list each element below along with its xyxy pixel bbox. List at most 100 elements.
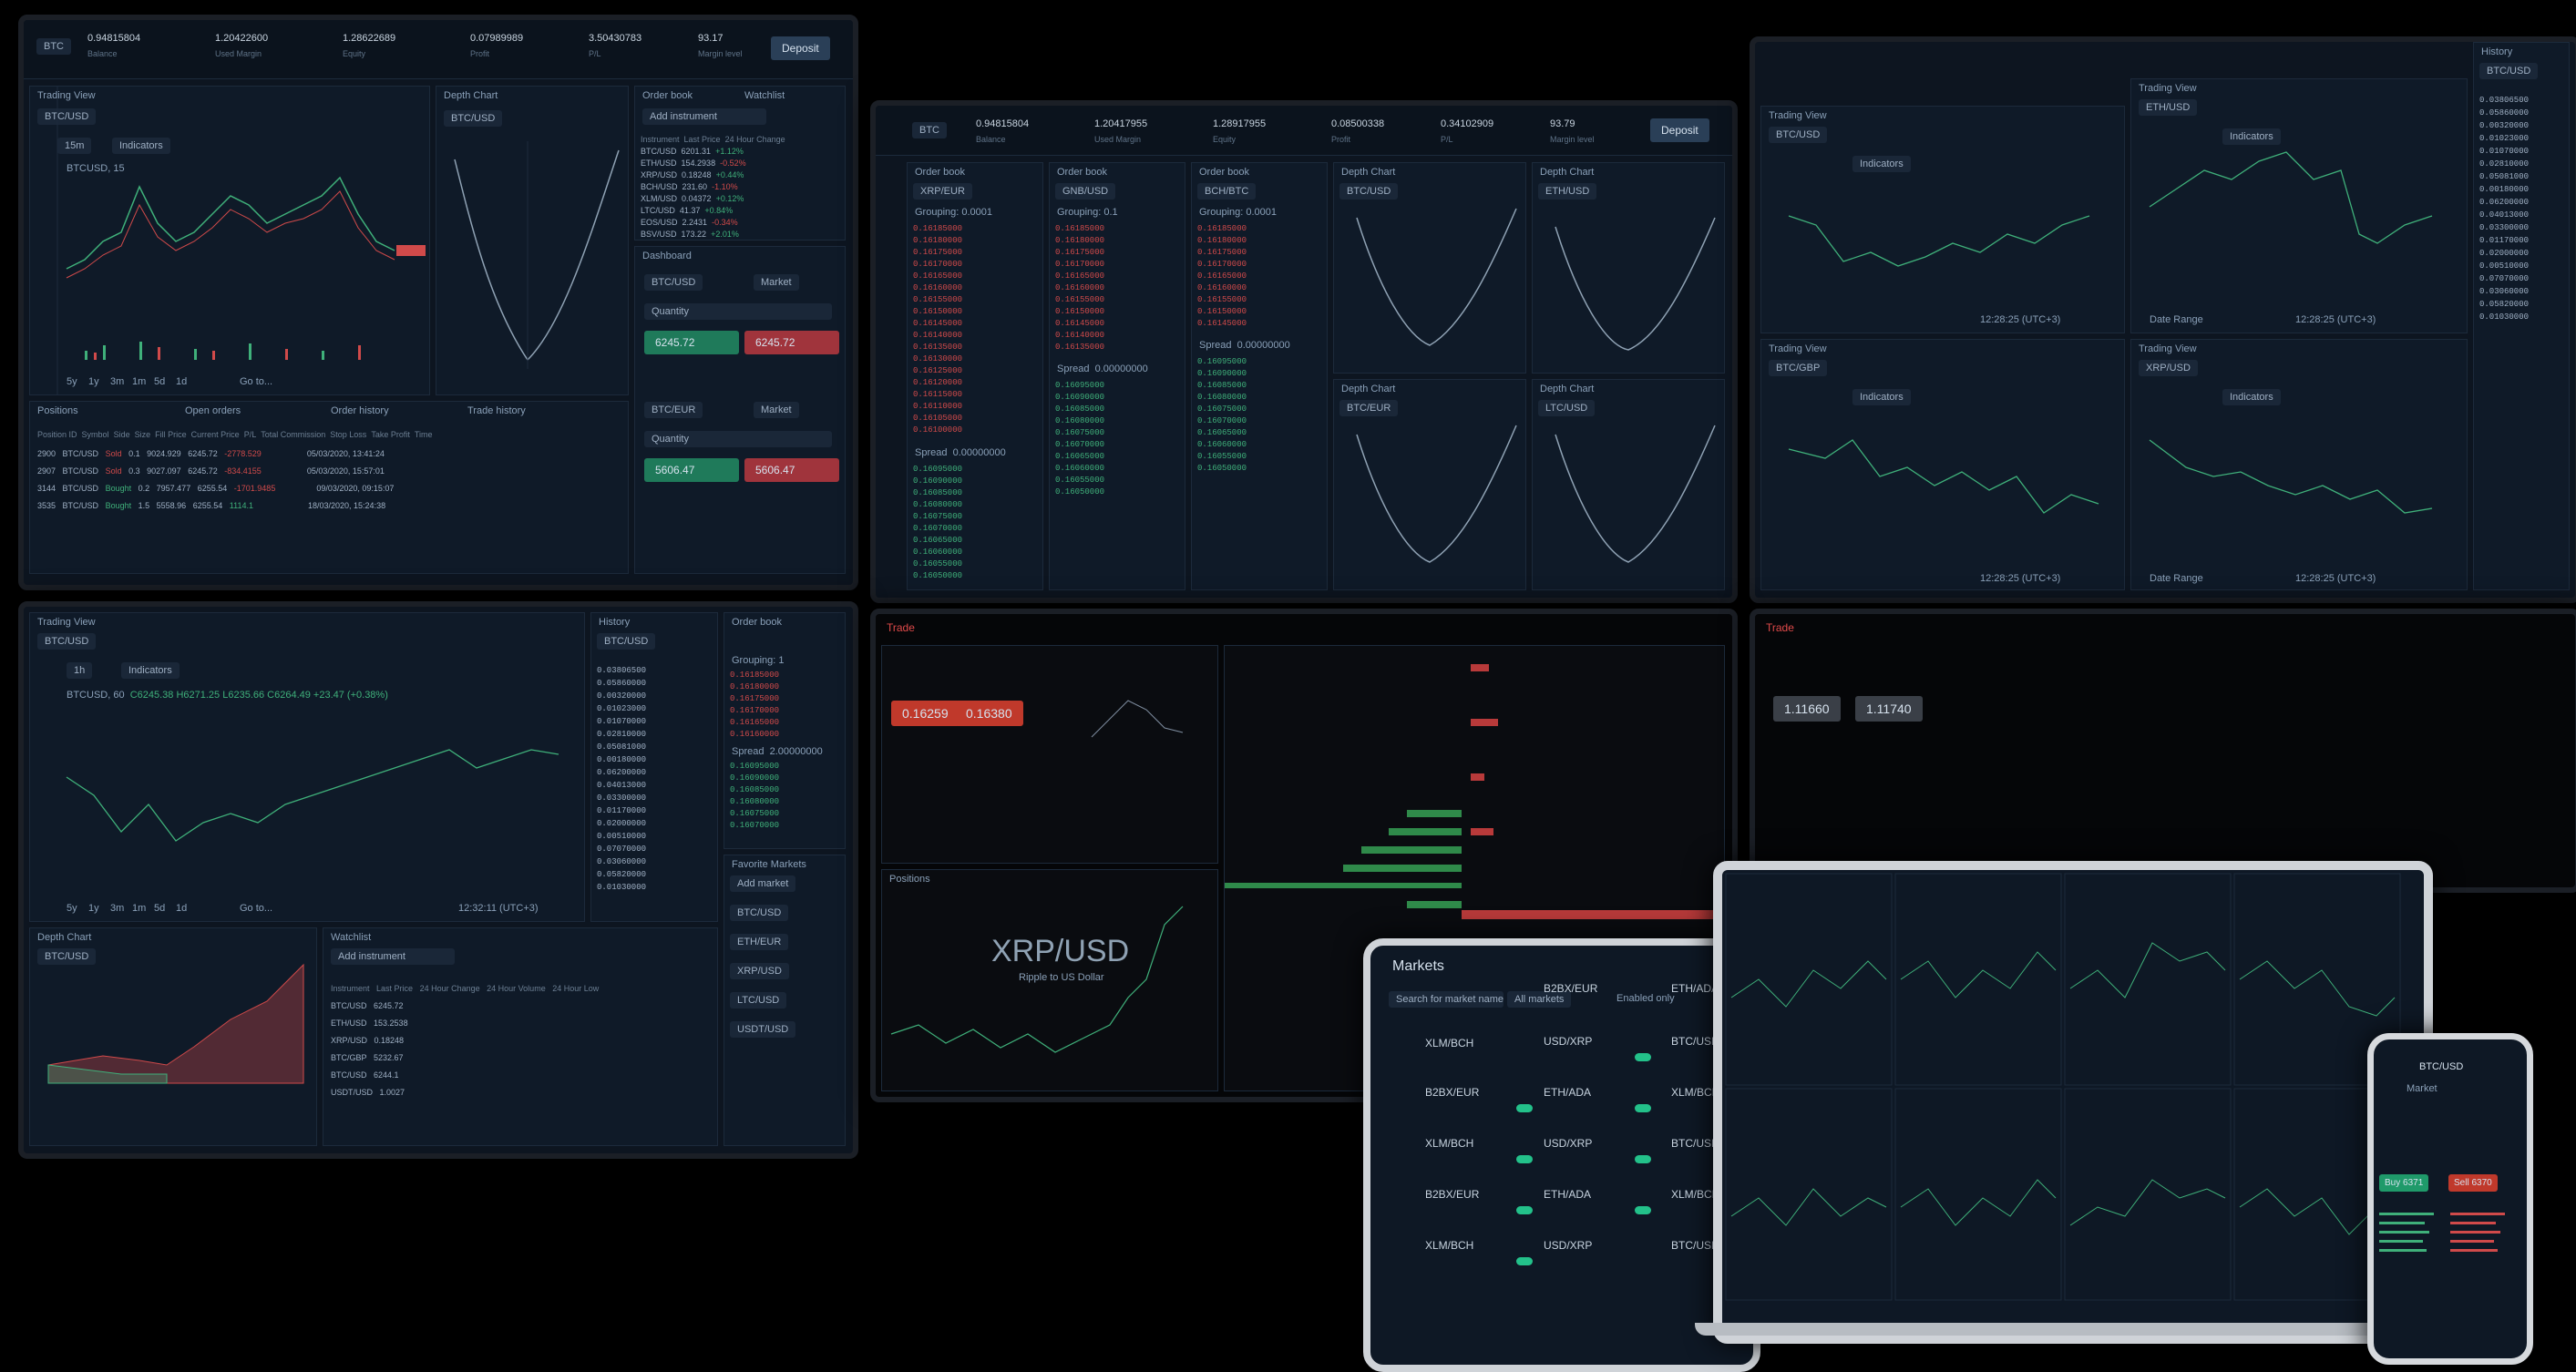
favorite-market-item[interactable]: XRP/USD	[730, 963, 789, 979]
book-pair-select[interactable]: BCH/BTC	[1197, 183, 1257, 200]
market-toggle[interactable]	[1516, 1155, 1533, 1163]
order-type-select[interactable]: Market	[754, 402, 799, 418]
tab-trade-history[interactable]: Trade history	[467, 405, 526, 416]
market-card[interactable]: ETH/ADA	[1671, 982, 1719, 995]
market-card[interactable]: USD/XRP	[1544, 1035, 1592, 1048]
favorite-market-item[interactable]: ETH/EUR	[730, 934, 789, 950]
date-range-button[interactable]: Date Range	[2150, 573, 2203, 584]
buy-button[interactable]: 5606.47	[644, 458, 739, 482]
market-card[interactable]: B2BX/EUR	[1425, 1086, 1479, 1099]
deposit-button[interactable]: Deposit	[771, 36, 830, 60]
table-row[interactable]: BTC/USD 6244.1	[331, 1070, 599, 1081]
grouping-select[interactable]: Grouping: 0.0001	[915, 207, 992, 218]
market-card[interactable]: USD/XRP	[1544, 1137, 1592, 1150]
table-row[interactable]: LTC/USD 41.37 +0.84%	[641, 205, 785, 217]
table-row[interactable]: BTC/USD 6245.72	[331, 1000, 599, 1012]
quantity-input[interactable]: Quantity	[644, 303, 832, 320]
table-row[interactable]: BTC/USD 6201.31 +1.12%	[641, 146, 785, 158]
market-search-input[interactable]: Search for market name	[1389, 991, 1504, 1008]
ticket-pair-select[interactable]: BTC/USD	[644, 274, 703, 291]
market-toggle[interactable]	[1635, 1053, 1651, 1061]
market-card[interactable]: XLM/BCH	[1425, 1239, 1473, 1252]
market-toggle[interactable]	[1516, 1206, 1533, 1214]
deposit-button[interactable]: Deposit	[1650, 118, 1709, 142]
bid-list: 0.16095000 0.16090000 0.16085000 0.16080000…	[1197, 357, 1247, 473]
sell-button[interactable]: 5606.47	[744, 458, 839, 482]
goto-button[interactable]: Go to...	[240, 903, 272, 914]
market-toggle[interactable]	[1635, 1206, 1651, 1214]
range-1y[interactable]: 1y	[88, 903, 99, 914]
range-5d[interactable]: 5d	[154, 376, 165, 387]
table-row[interactable]: XRP/USD 0.18248 +0.44%	[641, 169, 785, 181]
book-pair-select[interactable]: XRP/EUR	[913, 183, 972, 200]
stat-label: Used Margin	[1094, 135, 1142, 144]
grouping-select[interactable]: Grouping: 1	[732, 655, 784, 666]
sell-button[interactable]: 6245.72	[744, 331, 839, 354]
grouping-select[interactable]: Grouping: 0.0001	[1199, 207, 1277, 218]
goto-button[interactable]: Go to...	[240, 376, 272, 387]
market-card[interactable]: XLM/BCH	[1425, 1137, 1473, 1150]
grouping-select[interactable]: Grouping: 0.1	[1057, 207, 1118, 218]
market-card[interactable]: ETH/ADA	[1544, 1086, 1591, 1099]
asset-select[interactable]: BTC	[912, 122, 947, 138]
favorite-market-item[interactable]: USDT/USD	[730, 1021, 796, 1038]
market-card[interactable]: USD/XRP	[1544, 1239, 1592, 1252]
table-row[interactable]: 2900 BTC/USD Sold 0.1 9024.929 6245.72 -…	[37, 448, 433, 460]
table-row[interactable]: 2907 BTC/USD Sold 0.3 9027.097 6245.72 -…	[37, 466, 433, 477]
stat-label: Profit	[1331, 135, 1351, 144]
range-1y[interactable]: 1y	[88, 376, 99, 387]
table-row[interactable]: BSV/USD 173.22 +2.01%	[641, 229, 785, 240]
range-5y[interactable]: 5y	[67, 903, 77, 914]
add-instrument-input[interactable]: Add instrument	[642, 108, 766, 125]
range-5y[interactable]: 5y	[67, 376, 77, 387]
ticket-pair-select[interactable]: BTC/EUR	[644, 402, 703, 418]
candlestick-chart	[56, 87, 426, 394]
ask-button[interactable]: 1.11740	[1855, 696, 1923, 722]
table-row[interactable]: EOS/USD 2.2431 -0.34%	[641, 217, 785, 229]
asset-select[interactable]: BTC	[36, 38, 71, 55]
market-card[interactable]: B2BX/EUR	[1425, 1188, 1479, 1201]
monitor-top-center: BTC 0.94815804 Balance 1.20417955 Used M…	[870, 100, 1738, 603]
market-card[interactable]: ETH/ADA	[1544, 1188, 1591, 1201]
market-card[interactable]: XLM/BCH	[1425, 1037, 1473, 1049]
phone: BTC/USD Market Buy 6371 Sell 6370	[2367, 1033, 2533, 1365]
market-card[interactable]: B2BX/EUR	[1544, 982, 1597, 995]
table-row[interactable]: 3535 BTC/USD Bought 1.5 5558.96 6255.54 …	[37, 500, 433, 512]
add-instrument-input[interactable]: Add instrument	[331, 948, 455, 965]
table-row[interactable]: XRP/USD 0.18248	[331, 1035, 599, 1047]
market-toggle[interactable]	[1516, 1104, 1533, 1112]
range-5d[interactable]: 5d	[154, 903, 165, 914]
table-row[interactable]: USDT/USD 1.0027	[331, 1087, 599, 1099]
market-toggle[interactable]	[1635, 1155, 1651, 1163]
range-1d[interactable]: 1d	[176, 903, 187, 914]
range-1m[interactable]: 1m	[132, 903, 146, 914]
tab-order-history[interactable]: Order history	[331, 405, 389, 416]
favorites-search-input[interactable]: Add market	[730, 875, 796, 892]
date-range-button[interactable]: Date Range	[2150, 314, 2203, 325]
favorite-market-item[interactable]: BTC/USD	[730, 905, 789, 921]
table-row[interactable]: BCH/USD 231.60 -1.10%	[641, 181, 785, 193]
tab-open-orders[interactable]: Open orders	[185, 405, 241, 416]
history-pair-select[interactable]: BTC/USD	[2479, 63, 2539, 79]
market-card[interactable]: BTC/USD	[1671, 1137, 1719, 1150]
favorite-market-item[interactable]: LTC/USD	[730, 992, 787, 1009]
buy-button[interactable]: 6245.72	[644, 331, 739, 354]
table-row[interactable]: ETH/USD 154.2938 -0.52%	[641, 158, 785, 169]
range-3m[interactable]: 3m	[110, 376, 124, 387]
bid-button[interactable]: 1.11660	[1773, 696, 1841, 722]
enabled-only-toggle[interactable]: Enabled only	[1616, 993, 1675, 1004]
table-row[interactable]: BTC/GBP 5232.67	[331, 1052, 599, 1064]
table-row[interactable]: XLM/USD 0.04372 +0.12%	[641, 193, 785, 205]
market-toggle[interactable]	[1635, 1104, 1651, 1112]
market-toggle[interactable]	[1516, 1257, 1533, 1265]
table-row[interactable]: 3144 BTC/USD Bought 0.2 7957.477 6255.54…	[37, 483, 433, 495]
table-row[interactable]: ETH/USD 153.2538	[331, 1018, 599, 1029]
range-1m[interactable]: 1m	[132, 376, 146, 387]
range-1d[interactable]: 1d	[176, 376, 187, 387]
market-card[interactable]: BTC/USD	[1671, 1239, 1719, 1252]
history-pair-select[interactable]: BTC/USD	[597, 633, 656, 650]
range-3m[interactable]: 3m	[110, 903, 124, 914]
quantity-input[interactable]: Quantity	[644, 431, 832, 447]
order-type-select[interactable]: Market	[754, 274, 799, 291]
book-pair-select[interactable]: GNB/USD	[1055, 183, 1116, 200]
